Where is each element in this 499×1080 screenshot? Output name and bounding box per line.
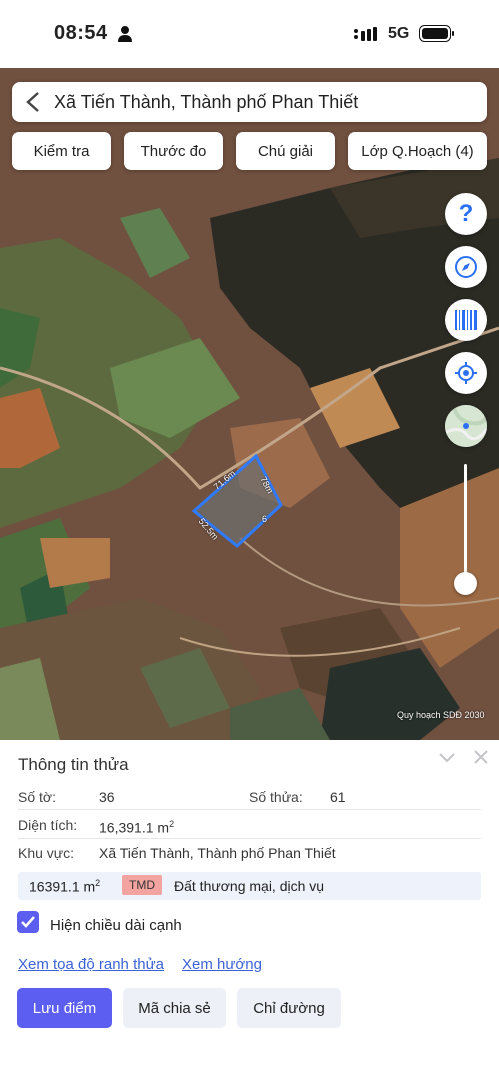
land-use-code-badge: TMD	[122, 875, 162, 895]
land-use-row: 16391.1 m2 TMD Đất thương mại, dịch vụ	[18, 872, 481, 900]
minimap-button[interactable]	[445, 405, 487, 447]
directions-button[interactable]: Chỉ đường	[237, 988, 341, 1028]
signal-icon	[354, 27, 377, 41]
status-time: 08:54	[54, 22, 108, 44]
planning-layer-button[interactable]: Lớp Q.Hoạch (4)	[348, 132, 487, 170]
minimap-icon	[445, 405, 487, 447]
land-use-area: 16391.1 m2	[29, 878, 101, 895]
divider	[18, 809, 481, 810]
show-edges-label: Hiện chiều dài cạnh	[50, 917, 182, 934]
chevron-down-icon[interactable]	[439, 752, 455, 764]
compass-icon	[455, 256, 477, 278]
view-boundary-coords-link[interactable]: Xem tọa độ ranh thửa	[18, 956, 164, 973]
help-icon: ?	[458, 200, 474, 227]
checkmark-icon	[21, 916, 35, 928]
sheet-value: 36	[99, 789, 115, 805]
divider	[18, 838, 481, 839]
area-label: Diện tích:	[18, 817, 78, 833]
battery-icon	[419, 25, 454, 42]
show-edges-checkbox[interactable]	[17, 911, 39, 933]
close-icon[interactable]	[474, 750, 488, 764]
parcel-info-panel: Thông tin thửa Số tờ: 36 Số thửa: 61 Diệ…	[0, 740, 499, 1080]
network-label: 5G	[388, 25, 410, 42]
barcode-icon	[455, 310, 477, 330]
parcel-value: 61	[330, 789, 346, 805]
location-title: Xã Tiến Thành, Thành phố Phan Thiết	[54, 92, 359, 112]
check-button[interactable]: Kiểm tra	[12, 132, 111, 170]
search-bar[interactable]: Xã Tiến Thành, Thành phố Phan Thiết	[12, 82, 487, 122]
region-label: Khu vực:	[18, 845, 75, 861]
region-value: Xã Tiến Thành, Thành phố Phan Thiết	[99, 845, 336, 861]
panel-title: Thông tin thửa	[18, 755, 129, 774]
legend-button[interactable]: Chú giải	[236, 132, 335, 170]
zoom-slider-handle[interactable]	[454, 572, 477, 595]
view-direction-link[interactable]: Xem hướng	[182, 956, 262, 973]
person-icon	[118, 26, 132, 42]
locate-icon	[455, 362, 477, 384]
sheet-label: Số tờ:	[18, 789, 56, 805]
status-bar: 08:54 5G	[0, 0, 499, 68]
area-value: 16,391.1 m2	[99, 819, 175, 836]
share-code-button[interactable]: Mã chia sẻ	[123, 988, 226, 1028]
compass-button[interactable]	[445, 246, 487, 288]
zoom-slider-track[interactable]	[464, 464, 467, 586]
measure-button[interactable]: Thước đo	[124, 132, 223, 170]
help-button[interactable]: ?	[445, 193, 487, 235]
land-use-description: Đất thương mại, dịch vụ	[174, 878, 325, 894]
chevron-left-icon[interactable]	[24, 91, 42, 113]
parcel-edge-label: 6	[262, 514, 268, 524]
map-watermark: Quy hoạch SDĐ 2030	[397, 710, 485, 720]
barcode-button[interactable]	[445, 299, 487, 341]
locate-button[interactable]	[445, 352, 487, 394]
save-point-button[interactable]: Lưu điểm	[17, 988, 112, 1028]
parcel-label: Số thửa:	[249, 789, 303, 805]
